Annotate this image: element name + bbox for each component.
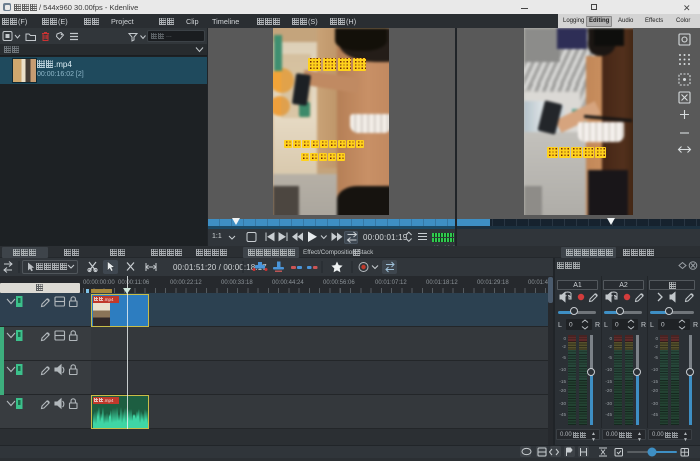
svg-text:0: 0: [615, 322, 619, 329]
svg-text:L: L: [604, 322, 608, 329]
svg-text:R: R: [641, 322, 646, 329]
svg-text:0: 0: [661, 322, 665, 329]
svg-text:L: L: [650, 322, 654, 329]
svg-text:0: 0: [569, 322, 573, 329]
svg-text:R: R: [595, 322, 600, 329]
svg-text:R: R: [693, 322, 698, 329]
svg-text:L: L: [558, 322, 562, 329]
